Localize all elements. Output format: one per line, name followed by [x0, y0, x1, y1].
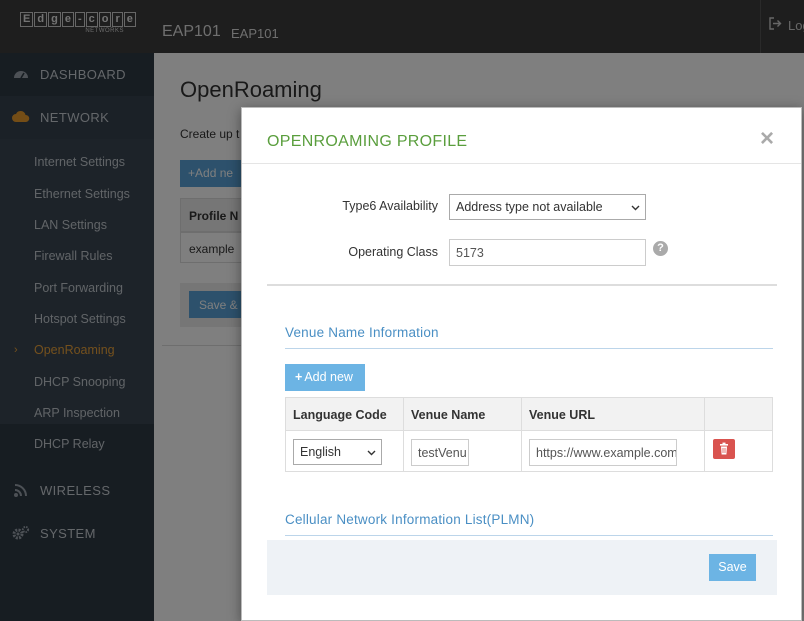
modal-footer: Save	[267, 540, 777, 595]
type6-availability-select[interactable]: Address type not available	[449, 194, 646, 220]
language-code-select[interactable]: English	[293, 439, 382, 465]
divider	[285, 348, 773, 349]
close-icon[interactable]: ×	[760, 127, 774, 151]
divider	[267, 284, 777, 286]
chevron-down-icon	[367, 446, 376, 456]
venue-name-input[interactable]: testVenu	[411, 439, 469, 466]
column-header-language-code: Language Code	[293, 408, 387, 422]
trash-icon	[713, 442, 735, 462]
delete-venue-button[interactable]	[713, 439, 735, 459]
modal-title: OPENROAMING PROFILE	[267, 133, 468, 150]
venue-table: Language Code Venue Name Venue URL Engli…	[285, 397, 773, 472]
type6-availability-label: Type6 Availability	[342, 199, 438, 213]
cellular-section-title: Cellular Network Information List(PLMN)	[285, 512, 535, 527]
column-header-venue-name: Venue Name	[411, 408, 486, 422]
divider	[242, 163, 801, 164]
chevron-down-icon	[631, 201, 640, 211]
operating-class-label: Operating Class	[348, 245, 438, 259]
column-header-venue-url: Venue URL	[529, 408, 595, 422]
save-button[interactable]: Save	[709, 554, 756, 581]
operating-class-input[interactable]: 5173	[449, 239, 646, 266]
divider	[285, 535, 773, 536]
add-venue-button[interactable]: + Add new	[285, 364, 365, 391]
venue-section-title: Venue Name Information	[285, 325, 439, 340]
openroaming-profile-modal: OPENROAMING PROFILE × Type6 Availability…	[241, 107, 802, 621]
venue-url-input[interactable]: https://www.example.com	[529, 439, 677, 466]
help-icon[interactable]: ?	[653, 241, 668, 256]
plus-icon: +	[295, 370, 303, 384]
